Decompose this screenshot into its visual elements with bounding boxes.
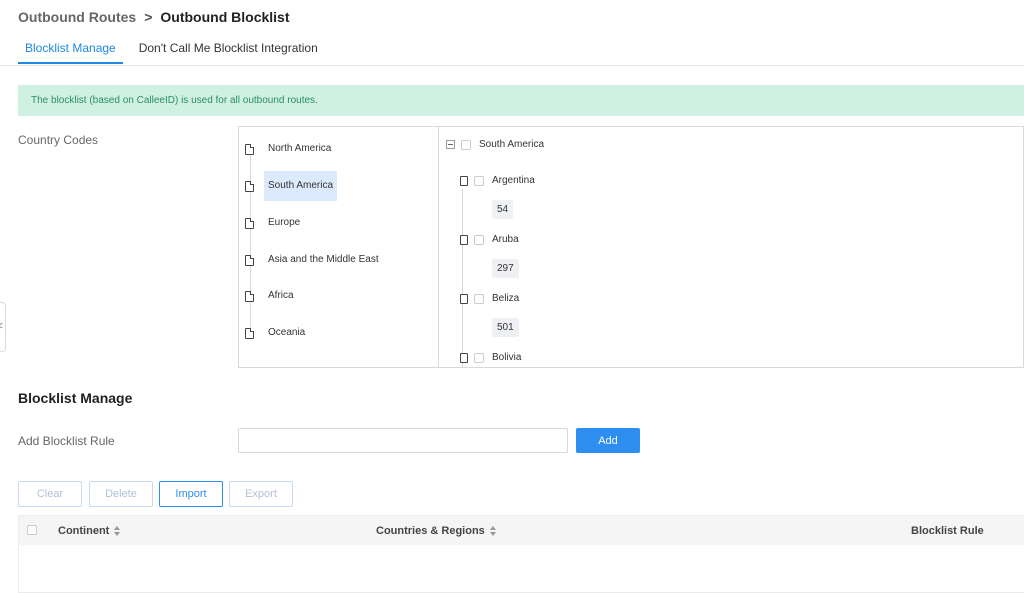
column-label: Continent xyxy=(58,525,110,537)
column-countries-regions[interactable]: Countries & Regions xyxy=(376,525,497,537)
section-title: Blocklist Manage xyxy=(18,390,133,406)
file-icon xyxy=(245,180,254,192)
tab-divider xyxy=(0,65,1024,66)
country-codes-tree: North America South America Europe Asia … xyxy=(238,126,1024,368)
country-node-beliza: Beliza xyxy=(460,293,519,304)
country-code-badge: 501 xyxy=(492,318,519,337)
select-all-checkbox[interactable] xyxy=(27,525,37,535)
sort-icon[interactable] xyxy=(489,526,497,536)
file-icon xyxy=(245,254,254,266)
breadcrumb-separator-icon: > xyxy=(144,9,153,25)
chevron-left-icon: < xyxy=(0,321,3,332)
region-item-europe[interactable]: Europe xyxy=(245,208,304,238)
import-button[interactable]: Import xyxy=(159,481,223,507)
country-code-badge: 297 xyxy=(492,259,519,278)
file-icon xyxy=(245,217,254,229)
file-icon xyxy=(460,175,468,186)
column-blocklist-rule: Blocklist Rule xyxy=(911,525,984,537)
country-checkbox[interactable] xyxy=(474,175,484,186)
file-icon xyxy=(245,143,254,155)
blocklist-table: Continent Countries & Regions Blocklist … xyxy=(18,515,1024,593)
region-item-africa[interactable]: Africa xyxy=(245,281,298,311)
file-icon xyxy=(460,293,468,304)
column-continent[interactable]: Continent xyxy=(58,525,121,537)
region-label: Asia and the Middle East xyxy=(268,254,379,265)
country-tree: South America Argentina 54 Aruba 297 Bel… xyxy=(440,127,1024,367)
tab-blocklist-manage[interactable]: Blocklist Manage xyxy=(18,41,123,64)
country-node-argentina: Argentina xyxy=(460,175,535,186)
region-label: Africa xyxy=(268,290,294,301)
breadcrumb: Outbound Routes > Outbound Blocklist xyxy=(18,9,290,25)
region-item-south-america[interactable]: South America xyxy=(245,171,338,201)
region-label: South America xyxy=(264,171,338,201)
file-icon xyxy=(460,234,468,245)
clear-button[interactable]: Clear xyxy=(18,481,82,507)
region-list: North America South America Europe Asia … xyxy=(239,127,439,367)
region-label: Oceania xyxy=(268,327,306,338)
country-node-bolivia: Bolivia xyxy=(460,352,521,363)
country-name: Bolivia xyxy=(492,352,522,363)
tab-bar: Blocklist Manage Don't Call Me Blocklist… xyxy=(18,41,334,64)
region-item-north-america[interactable]: North America xyxy=(245,134,335,164)
column-label: Blocklist Rule xyxy=(911,525,984,537)
country-checkbox[interactable] xyxy=(474,293,484,304)
country-codes-label: Country Codes xyxy=(18,133,99,147)
country-name: Beliza xyxy=(492,293,520,304)
root-checkbox[interactable] xyxy=(461,139,471,150)
region-label: Europe xyxy=(268,217,301,228)
info-notice: The blocklist (based on CalleeID) is use… xyxy=(18,85,1024,116)
file-icon xyxy=(245,290,254,302)
delete-button[interactable]: Delete xyxy=(89,481,153,507)
page-title: Outbound Blocklist xyxy=(160,9,290,25)
sidebar-collapse-handle[interactable]: < xyxy=(0,302,6,352)
tab-dont-call-me-integration[interactable]: Don't Call Me Blocklist Integration xyxy=(132,41,325,64)
sort-icon[interactable] xyxy=(114,526,121,536)
region-item-oceania[interactable]: Oceania xyxy=(245,318,309,348)
country-code-badge: 54 xyxy=(492,200,514,219)
country-checkbox[interactable] xyxy=(474,352,484,363)
country-name: Aruba xyxy=(492,234,519,245)
region-item-asia-middle-east[interactable]: Asia and the Middle East xyxy=(245,245,383,275)
add-rule-label: Add Blocklist Rule xyxy=(18,434,115,448)
export-button[interactable]: Export xyxy=(229,481,293,507)
table-header: Continent Countries & Regions Blocklist … xyxy=(19,516,1024,545)
file-icon xyxy=(245,327,254,339)
tree-root-node: South America xyxy=(446,139,544,150)
add-button[interactable]: Add xyxy=(576,428,640,453)
country-name: Argentina xyxy=(492,175,535,186)
tree-root-label: South America xyxy=(479,139,545,150)
country-node-aruba: Aruba xyxy=(460,234,519,245)
region-label: North America xyxy=(268,143,332,154)
collapse-minus-icon[interactable] xyxy=(446,140,455,149)
column-label: Countries & Regions xyxy=(376,525,485,537)
blocklist-rule-input[interactable] xyxy=(238,428,568,453)
country-tree-line xyxy=(462,189,463,367)
breadcrumb-parent-link[interactable]: Outbound Routes xyxy=(18,9,136,25)
file-icon xyxy=(460,352,468,363)
country-checkbox[interactable] xyxy=(474,234,484,245)
